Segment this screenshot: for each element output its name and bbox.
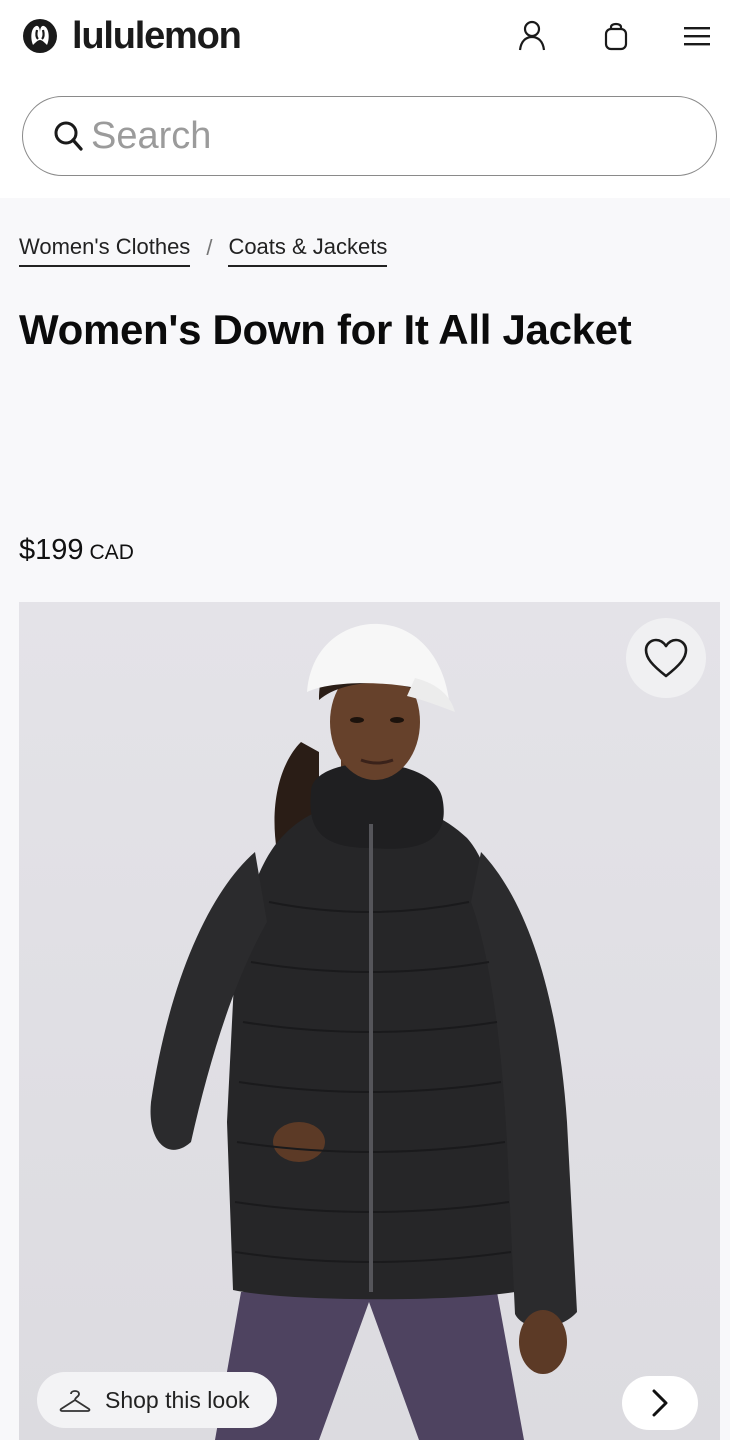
price-amount: $199 xyxy=(19,534,84,566)
bag-button[interactable] xyxy=(598,18,634,54)
bag-icon xyxy=(604,22,628,51)
search-icon xyxy=(54,121,83,151)
site-header: lululemon xyxy=(0,0,730,200)
breadcrumb-separator: / xyxy=(206,235,213,260)
breadcrumb-womens-clothes[interactable]: Women's Clothes xyxy=(19,234,191,267)
next-image-button[interactable] xyxy=(622,1376,698,1430)
account-icon xyxy=(518,20,546,51)
breadcrumb: Women's Clothes / Coats & Jackets xyxy=(19,234,388,267)
logo-icon xyxy=(23,19,57,53)
account-button[interactable] xyxy=(514,18,550,54)
breadcrumb-coats-jackets[interactable]: Coats & Jackets xyxy=(228,234,388,267)
brand-logo[interactable]: lululemon xyxy=(22,15,242,57)
product-title: Women's Down for It All Jacket xyxy=(19,306,632,353)
product-price: $199 CAD xyxy=(19,534,134,567)
product-image[interactable]: Shop this look xyxy=(19,602,720,1440)
product-page: Women's Clothes / Coats & Jackets Women'… xyxy=(0,198,730,1440)
wishlist-button[interactable] xyxy=(626,618,706,698)
heart-icon xyxy=(644,638,688,678)
shop-this-look-label: Shop this look xyxy=(105,1386,250,1413)
shop-this-look-button[interactable]: Shop this look xyxy=(37,1372,277,1428)
brand-name: lululemon xyxy=(72,15,242,57)
search-bar[interactable] xyxy=(22,96,717,176)
menu-icon xyxy=(684,27,710,46)
menu-button[interactable] xyxy=(679,18,715,54)
product-photo-illustration xyxy=(150,623,577,1440)
price-currency: CAD xyxy=(89,541,134,564)
chevron-right-icon xyxy=(652,1389,668,1417)
search-input[interactable] xyxy=(91,111,651,161)
hanger-icon xyxy=(59,1390,91,1412)
